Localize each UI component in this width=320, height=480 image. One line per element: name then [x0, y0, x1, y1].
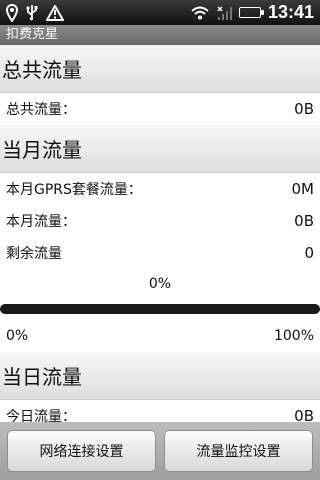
- month-remaining-value: 0: [304, 244, 314, 262]
- progress-min-label: 0%: [6, 328, 29, 344]
- usb-icon: [25, 4, 39, 22]
- progress-percent-text: 0%: [0, 269, 320, 298]
- network-settings-button[interactable]: 网络连接设置: [7, 430, 156, 472]
- monitor-settings-label: 流量监控设置: [196, 444, 281, 460]
- month-package-label: 本月GPRS套餐流量：: [6, 182, 142, 198]
- month-used-row: 本月流量： 0B: [0, 205, 320, 237]
- section-header-today: 当日流量: [0, 352, 320, 400]
- wifi-icon: [191, 4, 209, 22]
- battery-icon: [238, 4, 264, 22]
- usage-progress-bar: [0, 304, 320, 314]
- section-header-total: 总共流量: [0, 45, 320, 93]
- signal-icon: [216, 4, 232, 22]
- total-traffic-row: 总共流量： 0B: [0, 93, 320, 125]
- month-used-label: 本月流量：: [6, 214, 76, 230]
- month-remaining-row: 剩余流量 0: [0, 237, 320, 269]
- status-left-icons: [6, 3, 64, 22]
- status-bar: 13:41: [0, 0, 320, 25]
- network-settings-label: 网络连接设置: [39, 444, 124, 460]
- app-title-bar: 扣费克星: [0, 25, 320, 45]
- total-traffic-label: 总共流量：: [6, 102, 76, 118]
- progress-scale-row: 0% 100%: [0, 320, 320, 352]
- bottom-button-bar: 网络连接设置 流量监控设置: [0, 422, 320, 480]
- location-pin-icon: [6, 3, 18, 22]
- section-header-month: 当月流量: [0, 125, 320, 173]
- month-package-value: 0M: [291, 180, 315, 198]
- status-right-icons: 13:41: [191, 2, 314, 23]
- section-title-today: 当日流量: [2, 365, 82, 389]
- progress-percent-value: 0%: [148, 275, 172, 292]
- month-used-value: 0B: [294, 212, 314, 230]
- section-title-total: 总共流量: [2, 58, 82, 82]
- status-time: 13:41: [267, 2, 314, 22]
- app-title: 扣费克星: [6, 27, 59, 42]
- progress-bar-wrap: [0, 298, 320, 320]
- monitor-settings-button[interactable]: 流量监控设置: [164, 430, 313, 472]
- month-remaining-label: 剩余流量: [6, 246, 62, 262]
- warning-icon: [46, 4, 64, 22]
- main-content: 总共流量 总共流量： 0B 当月流量 本月GPRS套餐流量： 0M 本月流量： …: [0, 45, 320, 432]
- section-title-month: 当月流量: [2, 138, 82, 162]
- total-traffic-value: 0B: [294, 100, 314, 118]
- progress-max-label: 100%: [273, 328, 314, 344]
- month-package-row: 本月GPRS套餐流量： 0M: [0, 173, 320, 205]
